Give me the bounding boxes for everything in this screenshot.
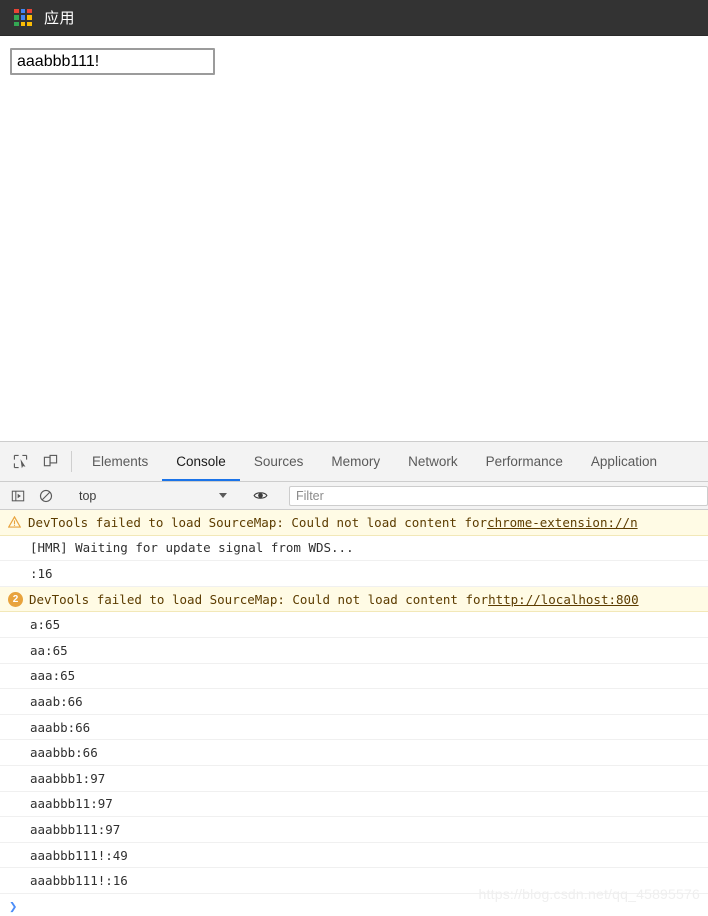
console-row: aaab:66: [0, 689, 708, 715]
console-row-text: :16: [30, 565, 53, 581]
tab-network[interactable]: Network: [394, 442, 472, 481]
devtools-tabbar: Elements Console Sources Memory Network Perfo…: [0, 442, 708, 482]
page-viewport: [0, 36, 708, 441]
console-row: aaabbb1:97: [0, 766, 708, 792]
console-sidebar-icon[interactable]: [4, 482, 32, 510]
console-row: aaabbb11:97: [0, 792, 708, 818]
clear-console-icon[interactable]: [32, 482, 60, 510]
console-prompt-chevron-icon: ❯: [9, 898, 18, 915]
console-row: [HMR] Waiting for update signal from WDS…: [0, 536, 708, 562]
google-apps-grid-icon[interactable]: [14, 8, 32, 27]
apps-grid-cell: [20, 21, 26, 27]
console-row: :16: [0, 561, 708, 587]
console-row: 2 DevTools failed to load SourceMap: Coul…: [0, 586, 708, 613]
console-row: aaabb:66: [0, 715, 708, 741]
apps-grid-cell: [14, 8, 19, 14]
warning-count-badge: 2: [8, 591, 23, 607]
device-toolbar-icon[interactable]: [35, 442, 65, 481]
console-row-text: aaabbb1:97: [30, 770, 106, 786]
device-toolbar-icon-svg: [43, 454, 57, 467]
apps-grid-cell: [27, 21, 32, 27]
devtools-panel: Elements Console Sources Memory Network Perfo…: [0, 441, 708, 916]
tab-performance[interactable]: Performance: [472, 442, 577, 481]
console-row-text: aaabbb:66: [30, 745, 98, 761]
tab-application[interactable]: Application: [577, 442, 671, 481]
console-row-text: aaabbb111!:16: [30, 873, 128, 889]
clear-console-icon-svg: [39, 489, 53, 502]
console-row: aa:65: [0, 638, 708, 664]
text-input[interactable]: [10, 48, 215, 75]
console-row: aaabbb111:97: [0, 817, 708, 843]
console-row-text: aaa:65: [30, 668, 76, 684]
tab-sources[interactable]: Sources: [240, 442, 318, 481]
execution-context-value: top: [79, 488, 97, 503]
console-row-text: aaabb:66: [30, 719, 91, 735]
console-output: DevTools failed to load SourceMap: Could…: [0, 510, 708, 916]
console-row-text: aaabbb111!:49: [30, 847, 128, 863]
console-prompt[interactable]: ❯: [0, 894, 708, 916]
console-row-text: aaabbb111:97: [30, 821, 121, 837]
console-row-text: aa:65: [30, 642, 68, 658]
inspect-element-icon[interactable]: [5, 442, 35, 481]
console-row-text: DevTools failed to load SourceMap: Could…: [28, 514, 488, 530]
console-row: aaa:65: [0, 664, 708, 690]
warning-triangle-icon: [8, 516, 21, 528]
console-row: aaabbb:66: [0, 740, 708, 766]
console-row-link[interactable]: http://localhost:800: [488, 592, 639, 607]
console-row-text: a:65: [30, 617, 61, 633]
inspect-element-icon-svg: [13, 454, 27, 469]
console-row-text: aaab:66: [30, 693, 83, 709]
tab-elements[interactable]: Elements: [78, 442, 162, 481]
apps-grid-cell: [14, 21, 19, 27]
apps-grid-cell: [27, 15, 32, 20]
tab-memory[interactable]: Memory: [317, 442, 394, 481]
console-row: aaabbb111!:16: [0, 868, 708, 894]
apps-label[interactable]: 应用: [44, 7, 75, 28]
apps-grid-cell: [20, 8, 26, 14]
console-row-text: aaabbb11:97: [30, 796, 113, 812]
toolbar-divider: [71, 451, 72, 472]
apps-grid-cell: [14, 15, 19, 20]
apps-grid-cell: [20, 15, 26, 20]
console-sidebar-icon-svg: [11, 490, 25, 501]
eye-icon-svg: [252, 492, 268, 499]
browser-bookmark-bar: 应用: [0, 0, 708, 36]
console-row: DevTools failed to load SourceMap: Could…: [0, 510, 708, 536]
console-row-text: DevTools failed to load SourceMap: Could…: [29, 591, 489, 607]
apps-grid-cell: [27, 8, 32, 14]
console-row: aaabbb111!:49: [0, 843, 708, 869]
tab-console[interactable]: Console: [162, 442, 240, 481]
devtools-tab-list: Elements Console Sources Memory Network Perfo…: [78, 442, 671, 481]
console-row-text: [HMR] Waiting for update signal from WDS…: [30, 540, 354, 556]
console-row-link[interactable]: chrome-extension://n: [487, 515, 638, 530]
console-row: a:65: [0, 612, 708, 638]
live-expression-eye-icon[interactable]: [246, 482, 274, 510]
chevron-down-icon: [219, 493, 227, 498]
console-filter-bar: top: [0, 482, 708, 510]
execution-context-select[interactable]: top: [73, 485, 233, 507]
console-filter-input[interactable]: [289, 485, 708, 506]
